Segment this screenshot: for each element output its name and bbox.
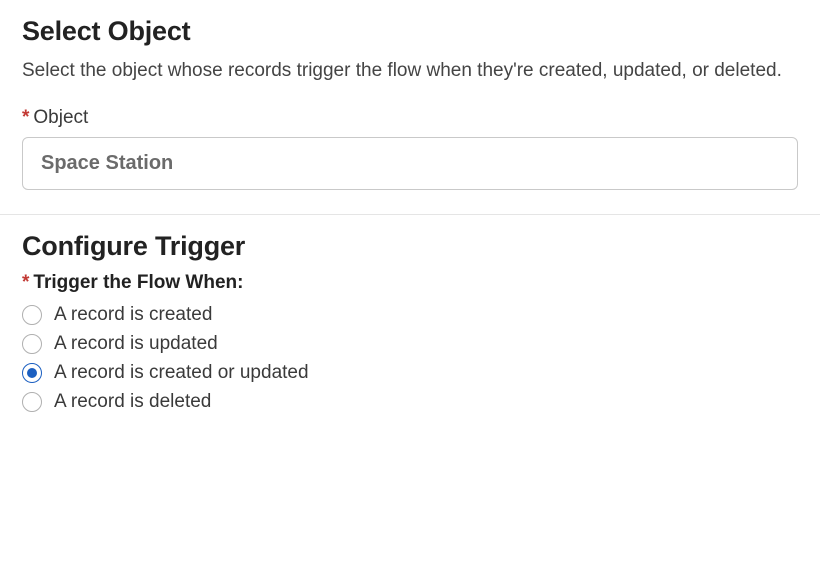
radio-label: A record is deleted (54, 391, 211, 413)
object-input[interactable] (22, 137, 798, 190)
object-field-label: *Object (22, 107, 798, 129)
radio-label: A record is updated (54, 333, 218, 355)
object-label-text: Object (33, 107, 88, 128)
radio-label: A record is created or updated (54, 362, 309, 384)
radio-label: A record is created (54, 304, 212, 326)
trigger-label-text: Trigger the Flow When: (33, 272, 243, 293)
required-asterisk-icon: * (22, 272, 29, 293)
trigger-radio-group: A record is created A record is updated … (22, 304, 798, 413)
radio-option-created[interactable]: A record is created (22, 304, 798, 326)
radio-icon (22, 305, 42, 325)
radio-icon (22, 334, 42, 354)
required-asterisk-icon: * (22, 107, 29, 128)
select-object-heading: Select Object (22, 16, 798, 47)
select-object-section: Select Object Select the object whose re… (0, 0, 820, 215)
select-object-description: Select the object whose records trigger … (22, 57, 782, 85)
configure-trigger-heading: Configure Trigger (22, 231, 798, 262)
radio-dot-icon (27, 368, 37, 378)
radio-option-updated[interactable]: A record is updated (22, 333, 798, 355)
trigger-when-label: *Trigger the Flow When: (22, 272, 798, 294)
radio-option-deleted[interactable]: A record is deleted (22, 391, 798, 413)
radio-option-created-or-updated[interactable]: A record is created or updated (22, 362, 798, 384)
configure-trigger-section: Configure Trigger *Trigger the Flow When… (0, 215, 820, 437)
radio-icon (22, 363, 42, 383)
radio-icon (22, 392, 42, 412)
